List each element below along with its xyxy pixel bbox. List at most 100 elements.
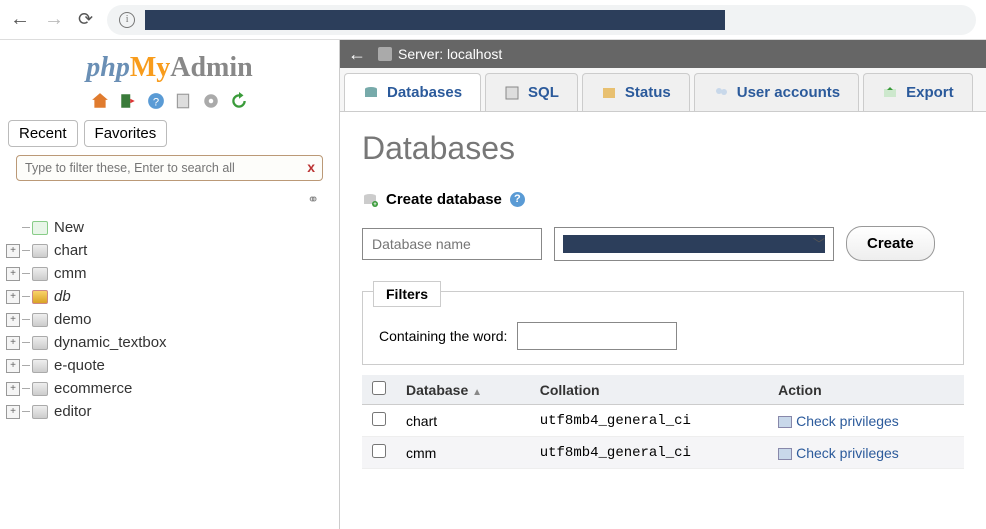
containing-input[interactable] (517, 322, 677, 350)
tree-item-new[interactable]: New (6, 216, 339, 239)
database-name-input[interactable] (362, 228, 542, 260)
row-checkbox[interactable] (372, 412, 386, 426)
tab-export[interactable]: Export (863, 73, 973, 111)
tab-label: SQL (528, 84, 559, 101)
breadcrumb-back-icon[interactable]: ← (348, 44, 366, 65)
chevron-down-icon: ﹀ (813, 235, 825, 252)
sidebar-toolbar: ? (0, 86, 339, 120)
forward-button[interactable]: → (44, 8, 64, 31)
tree-item-db[interactable]: + ecommerce (6, 377, 339, 400)
tree-item-db[interactable]: + chart (6, 239, 339, 262)
db-icon (32, 290, 48, 304)
svg-text:?: ? (152, 97, 158, 109)
tab-label: Databases (387, 84, 462, 101)
tab-label: User accounts (737, 84, 840, 101)
db-icon (32, 405, 48, 419)
tree-label[interactable]: dynamic_textbox (54, 334, 167, 351)
users-icon (713, 85, 729, 101)
home-icon[interactable] (91, 92, 109, 110)
expand-icon[interactable]: + (6, 290, 20, 304)
cell-collation[interactable]: utf8mb4_general_ci (530, 437, 768, 469)
tree-label[interactable]: New (54, 219, 84, 236)
tree-item-db[interactable]: + demo (6, 308, 339, 331)
browser-toolbar: ← → ⟳ i (0, 0, 986, 40)
cell-collation[interactable]: utf8mb4_general_ci (530, 405, 768, 437)
sort-asc-icon: ▲ (472, 387, 482, 398)
tree-filter-input[interactable] (16, 155, 323, 181)
db-icon (32, 359, 48, 373)
server-label: Server: localhost (398, 46, 502, 62)
status-icon (601, 85, 617, 101)
logout-icon[interactable] (119, 92, 137, 110)
create-db-icon: + (362, 192, 378, 208)
main-content: ← Server: localhost Databases SQL Status Us… (340, 40, 986, 529)
row-checkbox[interactable] (372, 444, 386, 458)
expand-icon[interactable]: + (6, 382, 20, 396)
check-privileges-link[interactable]: Check privileges (796, 413, 899, 429)
filters-fieldset: Filters Containing the word: (362, 291, 964, 365)
create-button[interactable]: Create (846, 226, 935, 261)
reload-button[interactable]: ⟳ (78, 9, 93, 30)
create-db-heading: Create database (386, 191, 502, 208)
expand-icon[interactable]: + (6, 405, 20, 419)
cell-db-name[interactable]: cmm (396, 437, 530, 469)
tree-item-db[interactable]: + cmm (6, 262, 339, 285)
select-all-checkbox[interactable] (372, 381, 386, 395)
expand-icon[interactable]: + (6, 359, 20, 373)
check-privileges-link[interactable]: Check privileges (796, 445, 899, 461)
site-info-icon[interactable]: i (119, 12, 135, 28)
tree-label[interactable]: chart (54, 242, 87, 259)
docs-icon[interactable] (174, 92, 192, 110)
db-icon (32, 336, 48, 350)
svg-text:+: + (373, 202, 377, 208)
export-icon (882, 85, 898, 101)
collation-select[interactable]: ﹀ (554, 227, 834, 261)
tree-item-db[interactable]: + e-quote (6, 354, 339, 377)
collation-redacted (563, 235, 825, 253)
tree-item-db[interactable]: + editor (6, 400, 339, 423)
tab-sql[interactable]: SQL (485, 73, 578, 111)
cell-db-name[interactable]: chart (396, 405, 530, 437)
database-tree: New + chart + cmm + db + demo + dynamic_textbox + e-… (0, 216, 339, 423)
settings-icon[interactable] (202, 92, 220, 110)
reload-tree-icon[interactable] (230, 92, 248, 110)
tree-item-db[interactable]: + dynamic_textbox (6, 331, 339, 354)
col-collation[interactable]: Collation (530, 375, 768, 405)
tree-label[interactable]: e-quote (54, 357, 105, 374)
containing-label: Containing the word: (379, 328, 507, 344)
col-action: Action (768, 375, 964, 405)
db-icon (32, 244, 48, 258)
favorites-tab[interactable]: Favorites (84, 120, 168, 147)
server-icon (378, 47, 392, 61)
recent-tab[interactable]: Recent (8, 120, 78, 147)
expand-icon[interactable]: + (6, 267, 20, 281)
tree-label[interactable]: editor (54, 403, 92, 420)
url-bar[interactable]: i (107, 5, 976, 35)
expand-icon[interactable]: + (6, 313, 20, 327)
clear-filter-icon[interactable]: x (307, 159, 315, 175)
db-icon (32, 267, 48, 281)
tree-label[interactable]: db (54, 288, 71, 305)
help-icon[interactable]: ? (510, 192, 525, 207)
expand-icon[interactable]: + (6, 244, 20, 258)
expand-icon[interactable]: + (6, 336, 20, 350)
help-icon[interactable]: ? (147, 92, 165, 110)
breadcrumb: ← Server: localhost (340, 40, 986, 68)
db-icon (363, 85, 379, 101)
tab-databases[interactable]: Databases (344, 73, 481, 111)
table-row: cmmutf8mb4_general_ci Check privileges (362, 437, 964, 469)
privileges-icon (778, 448, 792, 460)
phpmyadmin-logo: phpMyAdmin (0, 46, 339, 86)
tab-status[interactable]: Status (582, 73, 690, 111)
tab-user-accounts[interactable]: User accounts (694, 73, 859, 111)
top-tabs: Databases SQL Status User accounts Export (340, 68, 986, 112)
tree-item-db[interactable]: + db (6, 285, 339, 308)
tree-label[interactable]: demo (54, 311, 92, 328)
back-button[interactable]: ← (10, 8, 30, 31)
tree-label[interactable]: ecommerce (54, 380, 132, 397)
sidebar: phpMyAdmin ? Recent Favorites x ⚭ New + ch… (0, 40, 340, 529)
link-icon[interactable]: ⚭ (0, 191, 339, 216)
tree-label[interactable]: cmm (54, 265, 87, 282)
table-row: chartutf8mb4_general_ci Check privileges (362, 405, 964, 437)
col-database[interactable]: Database ▲ (396, 375, 530, 405)
